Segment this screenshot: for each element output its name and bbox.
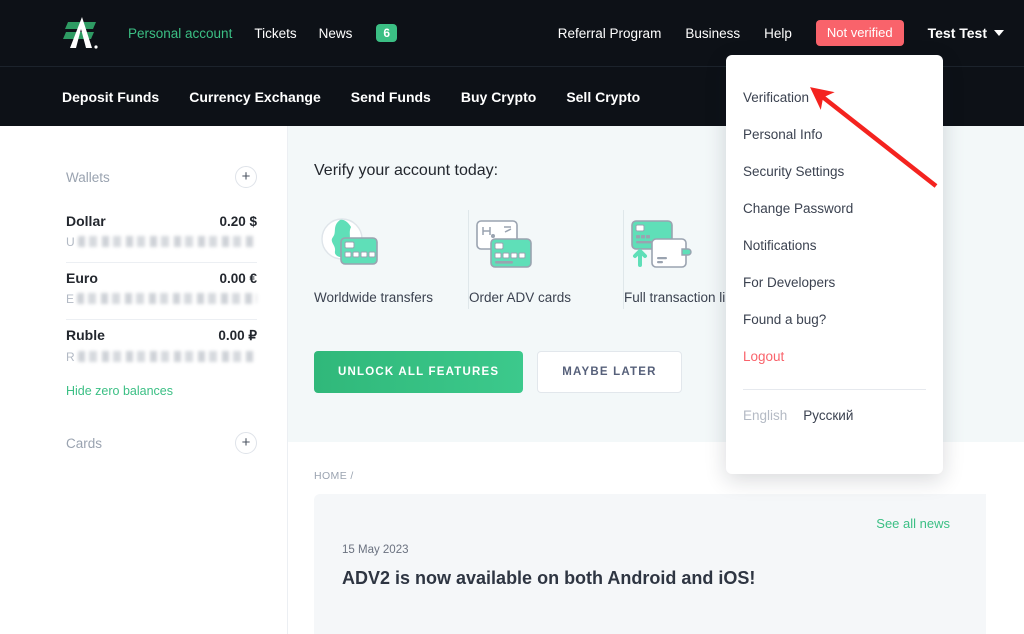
- masked-account-digits: [77, 351, 257, 362]
- hide-zero-balances-link[interactable]: Hide zero balances: [66, 384, 257, 398]
- menu-item-verification[interactable]: Verification: [726, 79, 943, 116]
- feature-label: Worldwide transfers: [314, 290, 434, 305]
- menu-item-for-developers[interactable]: For Developers: [726, 264, 943, 301]
- subnav-link-buy-crypto[interactable]: Buy Crypto: [461, 89, 536, 105]
- wallet-amount: 0.20 $: [219, 214, 257, 229]
- news-count-badge: 6: [376, 24, 398, 42]
- menu-item-change-password[interactable]: Change Password: [726, 190, 943, 227]
- menu-item-logout[interactable]: Logout: [726, 338, 943, 375]
- wallet-account-prefix: U: [66, 234, 75, 249]
- wallet-account-prefix: E: [66, 291, 75, 306]
- menu-item-found-a-bug[interactable]: Found a bug?: [726, 301, 943, 338]
- language-switcher: English Русский: [726, 390, 943, 423]
- chevron-down-icon: [994, 30, 1004, 36]
- wallet-name: Ruble: [66, 327, 105, 343]
- wallet-account-number: E: [66, 291, 257, 306]
- maybe-later-button[interactable]: MAYBE LATER: [537, 351, 682, 393]
- wallets-header: Wallets +: [66, 166, 257, 188]
- wallet-name: Dollar: [66, 213, 106, 229]
- news-headline[interactable]: ADV2 is now available on both Android an…: [342, 568, 958, 589]
- subnav-link-deposit-funds[interactable]: Deposit Funds: [62, 89, 159, 105]
- subnav-link-sell-crypto[interactable]: Sell Crypto: [566, 89, 640, 105]
- unlock-all-features-button[interactable]: UNLOCK ALL FEATURES: [314, 351, 524, 393]
- wallet-item-euro[interactable]: Euro 0.00 € E: [66, 263, 257, 310]
- language-option-english[interactable]: English: [743, 408, 787, 423]
- wallet-account-number: R: [66, 349, 257, 364]
- adv-logo-glyph: [63, 17, 98, 49]
- adv-logo-icon[interactable]: [62, 13, 106, 53]
- user-account-dropdown-menu: Verification Personal Info Security Sett…: [726, 55, 943, 474]
- menu-item-notifications[interactable]: Notifications: [726, 227, 943, 264]
- status-badge-not-verified[interactable]: Not verified: [815, 20, 904, 46]
- globe-card-icon: [314, 210, 388, 282]
- cards-stack-glyph: [476, 220, 532, 268]
- masked-account-digits: [77, 236, 257, 247]
- nav-link-tickets[interactable]: Tickets: [254, 26, 296, 41]
- language-option-russian[interactable]: Русский: [803, 408, 853, 423]
- nav-link-business[interactable]: Business: [685, 26, 740, 41]
- cards-title: Cards: [66, 435, 103, 451]
- subnav-link-send-funds[interactable]: Send Funds: [351, 89, 431, 105]
- news-card[interactable]: See all news 15 May 2023 ADV2 is now ava…: [314, 494, 986, 634]
- nav-link-referral-program[interactable]: Referral Program: [558, 26, 662, 41]
- feature-label: Order ADV cards: [469, 290, 572, 305]
- globe-card-glyph: [321, 218, 378, 265]
- wallets-sidebar: Wallets + Dollar 0.20 $ U Euro 0.00 € E: [0, 126, 288, 634]
- wallet-account-prefix: R: [66, 349, 75, 364]
- menu-item-security-settings[interactable]: Security Settings: [726, 153, 943, 190]
- wallet-item-ruble[interactable]: Ruble 0.00 ₽ R: [66, 320, 257, 368]
- cards-stack-icon: [469, 210, 543, 282]
- add-wallet-button[interactable]: +: [235, 166, 257, 188]
- nav-link-news[interactable]: News: [319, 26, 353, 41]
- plus-icon: +: [241, 168, 251, 185]
- plus-icon: +: [241, 434, 251, 451]
- wallet-account-number: U: [66, 234, 257, 249]
- news-date: 15 May 2023: [342, 544, 409, 556]
- nav-link-personal-account[interactable]: Personal account: [128, 26, 232, 41]
- add-card-button[interactable]: +: [235, 432, 257, 454]
- app-page: Personal account Tickets News 6 Referral…: [0, 0, 1024, 634]
- user-name-label: Test Test: [927, 25, 987, 41]
- feature-order-adv-cards: Order ADV cards: [469, 210, 624, 309]
- nav-link-help[interactable]: Help: [764, 26, 792, 41]
- wallet-item-dollar[interactable]: Dollar 0.20 $ U: [66, 206, 257, 253]
- primary-nav-links: Personal account Tickets News 6: [128, 24, 398, 42]
- feature-worldwide-transfers: Worldwide transfers: [314, 210, 469, 309]
- feature-label: Full transaction li: [624, 290, 726, 305]
- masked-account-digits: [77, 293, 257, 304]
- card-wallet-glyph: [631, 220, 692, 268]
- wallet-amount: 0.00 ₽: [218, 328, 257, 343]
- wallet-name: Euro: [66, 270, 98, 286]
- see-all-news-link[interactable]: See all news: [876, 516, 950, 531]
- cards-header: Cards +: [66, 432, 257, 454]
- wallet-amount: 0.00 €: [219, 271, 257, 286]
- user-menu-button[interactable]: Test Test: [928, 25, 1004, 41]
- menu-item-personal-info[interactable]: Personal Info: [726, 116, 943, 153]
- card-wallet-icon: [624, 210, 698, 282]
- wallets-title: Wallets: [66, 169, 110, 185]
- subnav-link-currency-exchange[interactable]: Currency Exchange: [189, 89, 321, 105]
